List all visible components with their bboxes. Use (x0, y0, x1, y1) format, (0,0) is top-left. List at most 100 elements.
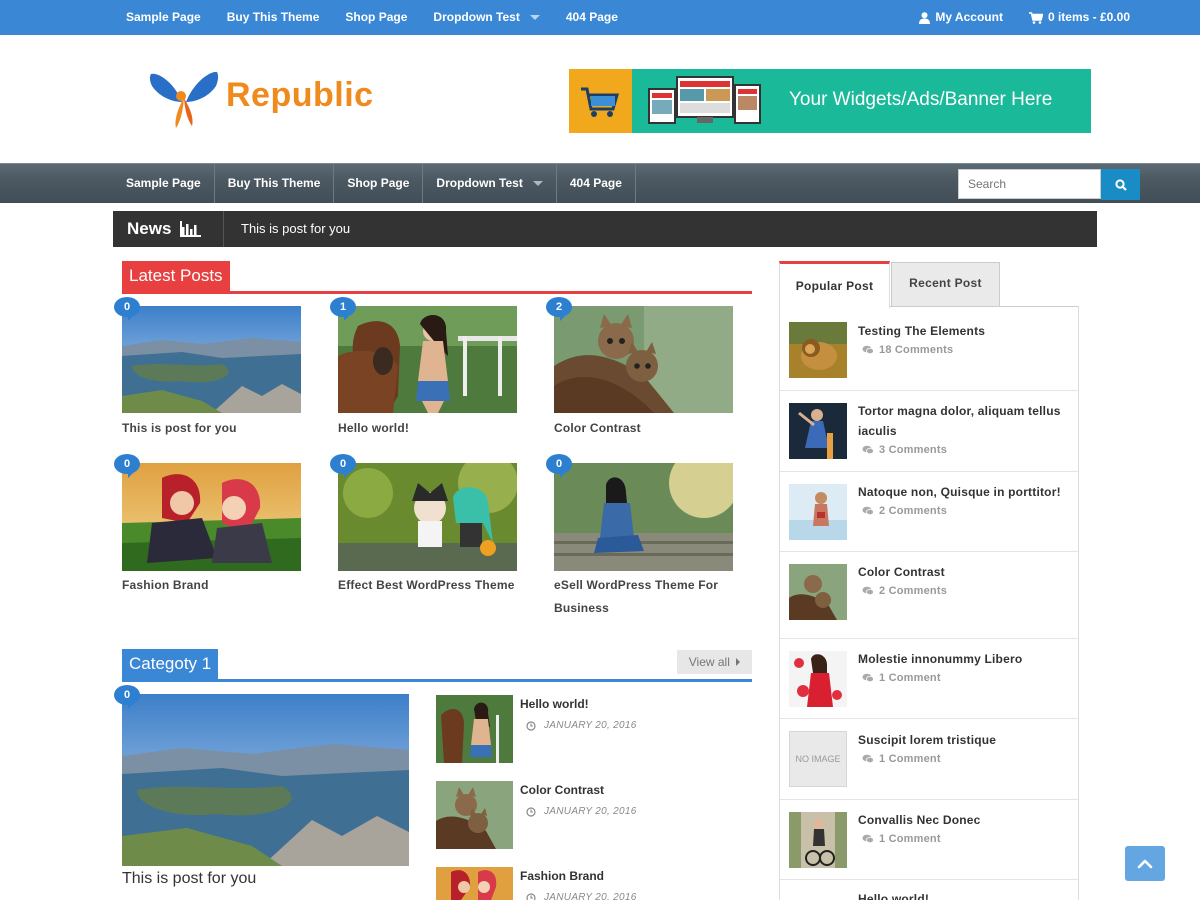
small-thumbnail-horse[interactable] (436, 695, 513, 763)
nav-sample-page[interactable]: Sample Page (113, 164, 215, 203)
ticker-label-box: News (113, 211, 224, 247)
kittens-image (789, 564, 847, 620)
nav-buy-theme[interactable]: Buy This Theme (215, 164, 335, 203)
post-title[interactable]: This is post for you (122, 417, 237, 440)
clock-icon (526, 892, 536, 900)
sidebar-post-item: Convallis Nec Donec 1 Comment (780, 800, 1078, 880)
search-button[interactable] (1101, 169, 1140, 200)
top-nav-dropdown-label: Dropdown Test (433, 10, 520, 24)
sidebar-thumbnail[interactable] (789, 322, 847, 378)
sidebar-post-item: Hello world! (780, 880, 1078, 900)
sidebar-comment-text: 2 Comments (879, 505, 948, 517)
post-thumbnail-lake[interactable] (122, 306, 301, 413)
cyclist-image (789, 812, 847, 868)
nav-404-page[interactable]: 404 Page (557, 164, 636, 203)
small-post-title[interactable]: Hello world! (520, 697, 589, 711)
post-thumbnail-girl-steps[interactable] (554, 463, 733, 571)
featured-post-title[interactable]: This is post for you (122, 870, 256, 888)
sidebar-thumbnail[interactable] (789, 403, 847, 459)
sidebar-comment-text: 1 Comment (879, 753, 941, 765)
girl-on-steps-image (554, 463, 733, 571)
sidebar-comment-count: 1 Comment (862, 833, 941, 845)
tab-popular-post[interactable]: Popular Post (779, 261, 890, 308)
sidebar-post-title[interactable]: Color Contrast (858, 562, 1068, 582)
my-account-link[interactable]: My Account (919, 0, 1003, 35)
sidebar-comment-count: 2 Comments (862, 505, 947, 517)
lake-image (122, 694, 409, 866)
post-thumbnail-kittens[interactable] (554, 306, 733, 413)
ad-banner[interactable]: Your Widgets/Ads/Banner Here (569, 69, 1091, 133)
sidebar-thumbnail-placeholder[interactable]: NO IMAGE (789, 731, 847, 787)
sidebar-post-title[interactable]: Suscipit lorem tristique (858, 730, 1068, 750)
site-logo[interactable]: Republic (148, 68, 398, 134)
sidebar-thumbnail[interactable] (789, 484, 847, 540)
user-icon (919, 11, 931, 24)
sidebar-thumbnail[interactable] (789, 812, 847, 868)
top-nav-dropdown-test[interactable]: Dropdown Test (420, 0, 552, 35)
sidebar-post-title[interactable]: Convallis Nec Donec (858, 810, 1068, 830)
sidebar-thumbnail[interactable] (789, 651, 847, 707)
lion-image (789, 322, 847, 378)
news-ticker: News This is post for you (113, 211, 1097, 247)
heading-underline (122, 679, 752, 682)
latest-posts-heading: Latest Posts (122, 261, 752, 294)
sidebar-post-item: Color Contrast 2 Comments (780, 552, 1078, 639)
post-title[interactable]: eSell WordPress Theme For Business (554, 574, 718, 620)
ticker-headline[interactable]: This is post for you (241, 211, 350, 247)
search-icon (1114, 178, 1127, 191)
top-nav-shop-page[interactable]: Shop Page (332, 0, 420, 35)
sidebar-comment-text: 18 Comments (879, 344, 954, 356)
sidebar-post-title[interactable]: Testing The Elements (858, 321, 1068, 341)
sidebar-post-item: Natoque non, Quisque in porttitor! 2 Com… (780, 472, 1078, 552)
small-thumbnail-anime[interactable] (436, 867, 513, 900)
post-thumbnail-anime-couple[interactable] (122, 463, 301, 571)
post-date-text: JANUARY 20, 2016 (544, 720, 637, 731)
sidebar-thumbnail[interactable] (789, 564, 847, 620)
featured-thumbnail-lake[interactable] (122, 694, 409, 866)
post-title[interactable]: Hello world! (338, 417, 409, 440)
sidebar-post-title[interactable]: Molestie innonummy Libero (858, 649, 1068, 669)
top-nav-buy-theme[interactable]: Buy This Theme (214, 0, 333, 35)
nav-dropdown-test[interactable]: Dropdown Test (423, 164, 557, 203)
sidebar-comment-text: 3 Comments (879, 444, 948, 456)
heading-underline (122, 291, 752, 294)
sidebar-post-title[interactable]: Tortor magna dolor, aliquam tellus iacul… (858, 401, 1068, 441)
post-thumbnail-figurines[interactable] (338, 463, 517, 571)
figurines-image (338, 463, 517, 571)
view-all-button[interactable]: View all (677, 650, 752, 674)
post-title[interactable]: Effect Best WordPress Theme (338, 574, 515, 597)
cart-link[interactable]: 0 items - £0.00 (1028, 0, 1130, 35)
sidebar-comment-count: 3 Comments (862, 444, 947, 456)
cart-icon (581, 87, 619, 117)
top-nav-sample-page[interactable]: Sample Page (113, 0, 214, 35)
post-title[interactable]: Fashion Brand (122, 574, 209, 597)
back-to-top-button[interactable] (1125, 846, 1165, 881)
post-date: JANUARY 20, 2016 (526, 806, 637, 817)
cart-icon (1028, 11, 1043, 24)
sidebar-tabs: Popular Post Recent Post (779, 261, 1079, 308)
small-post-title[interactable]: Fashion Brand (520, 869, 604, 883)
category-heading: Categoty 1 (122, 649, 752, 682)
comments-icon (862, 586, 874, 596)
search-input[interactable] (958, 169, 1101, 199)
sidebar-post-title[interactable]: Natoque non, Quisque in porttitor! (858, 482, 1068, 502)
top-nav-404-page[interactable]: 404 Page (553, 0, 631, 35)
bar-chart-icon (180, 221, 202, 237)
chevron-up-icon (1137, 859, 1153, 868)
small-post-title[interactable]: Color Contrast (520, 783, 604, 797)
sidebar-thumbnail[interactable] (789, 894, 847, 900)
latest-posts-label: Latest Posts (122, 261, 230, 291)
sidebar-post-item: NO IMAGE Suscipit lorem tristique 1 Comm… (780, 719, 1078, 800)
logo-text: Republic (226, 76, 374, 114)
post-thumbnail-horse[interactable] (338, 306, 517, 413)
tab-recent-post[interactable]: Recent Post (891, 262, 1000, 307)
butterfly-logo-icon (149, 71, 219, 128)
banner-cart-box (569, 69, 632, 133)
small-thumbnail-kittens[interactable] (436, 781, 513, 849)
sidebar-post-item: Tortor magna dolor, aliquam tellus iacul… (780, 391, 1078, 472)
clock-icon (526, 720, 536, 731)
sidebar-post-title[interactable]: Hello world! (858, 889, 1068, 900)
banner-text: Your Widgets/Ads/Banner Here (789, 89, 1053, 110)
post-title[interactable]: Color Contrast (554, 417, 641, 440)
nav-shop-page[interactable]: Shop Page (334, 164, 424, 203)
